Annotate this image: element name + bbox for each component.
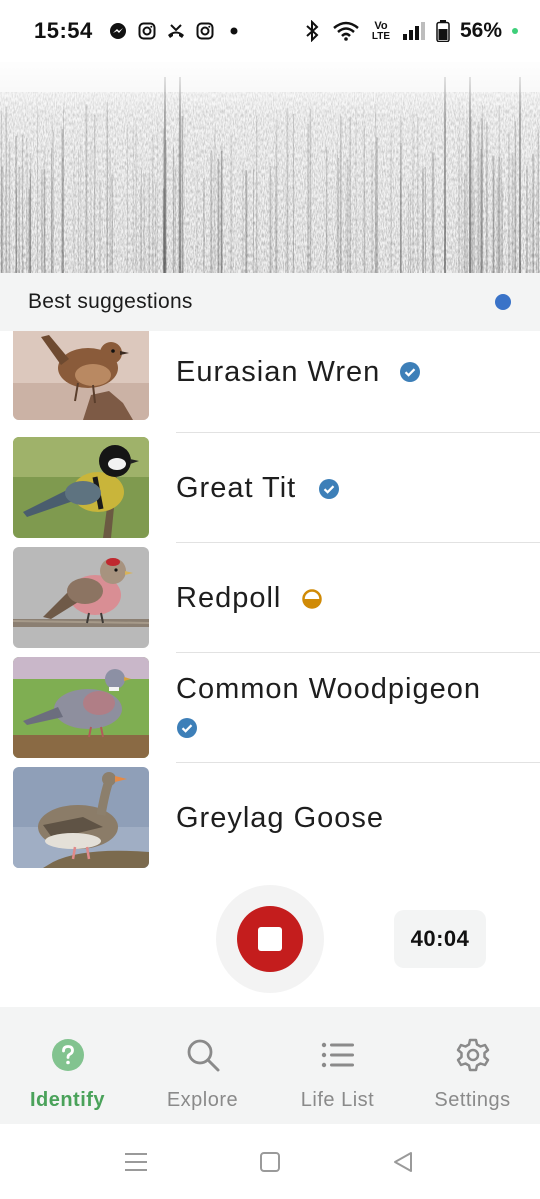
species-row-redpoll[interactable]: Redpoll [0,547,540,657]
suggestions-header: Best suggestions [0,273,540,331]
recording-timer: 40:04 [394,910,486,968]
home-icon[interactable] [256,1148,284,1176]
nav-tab-settings[interactable]: Settings [405,1007,540,1124]
question-icon [50,1037,86,1073]
species-thumbnail-great-tit [13,437,149,538]
nav-tab-life-list[interactable]: Life List [270,1007,405,1124]
species-row-common-woodpigeon[interactable]: Common Woodpigeon [0,657,540,767]
back-icon[interactable] [389,1148,417,1176]
bottom-navigation: Identify Explore Life List Settings [0,1007,540,1124]
battery-percent: 56% [459,19,502,42]
dot-icon [224,21,244,41]
nav-label: Explore [166,1089,239,1111]
nav-tab-identify[interactable]: Identify [0,1007,135,1124]
nav-tab-explore[interactable]: Explore [135,1007,270,1124]
row-divider [176,762,540,763]
verified-check-icon [400,362,420,382]
species-name: Common Woodpigeon [176,673,482,705]
search-icon [185,1037,221,1073]
species-thumbnail-common-woodpigeon [13,657,149,758]
stop-icon [258,927,282,951]
verified-check-icon [177,718,197,738]
stop-recording-button[interactable] [237,906,303,972]
gear-icon [455,1037,491,1073]
suggestions-title: Best suggestions [28,290,193,313]
messenger-icon [108,21,128,41]
status-time: 15:54 [34,18,93,43]
battery-icon [436,20,450,42]
privacy-indicator [512,28,518,34]
missed-call-icon [166,21,186,41]
species-thumbnail-redpoll [13,547,149,648]
instagram-icon [195,21,215,41]
species-thumbnail-eurasian-wren [13,331,149,420]
species-thumbnail-greylag-goose [13,767,149,868]
species-row-eurasian-wren[interactable]: Eurasian Wren [0,331,540,433]
nav-label: Settings [434,1089,511,1111]
species-name: Great Tit [176,472,297,504]
row-divider [176,652,540,653]
bluetooth-icon [302,20,322,42]
verified-check-icon [319,479,339,499]
species-name: Greylag Goose [176,802,385,834]
wifi-icon [332,21,360,41]
volte-label-bottom: LTE [371,30,391,42]
spectrogram [0,62,540,273]
system-navigation-bar [0,1124,540,1199]
nav-label: Identify [29,1089,106,1111]
record-button-container [216,885,324,993]
species-row-greylag-goose[interactable]: Greylag Goose [0,767,540,871]
volte-label-top: Vo [374,19,388,32]
row-divider [176,542,540,543]
suggestions-indicator-dot [495,294,511,310]
species-name: Eurasian Wren [176,356,381,388]
instagram-icon [137,21,157,41]
species-name: Redpoll [176,582,282,614]
row-divider [176,432,540,433]
signal-icon [402,21,426,41]
status-bar: 15:54 Vo LTE 56% [0,0,540,62]
list-icon [320,1037,356,1073]
volte-icon: Vo LTE [370,19,392,42]
half-circle-icon [302,589,322,609]
species-row-great-tit[interactable]: Great Tit [0,437,540,547]
recents-menu-icon[interactable] [122,1148,150,1176]
nav-label: Life List [300,1089,375,1111]
species-list[interactable]: Eurasian Wren Great Tit Redpoll Common W… [0,331,540,871]
